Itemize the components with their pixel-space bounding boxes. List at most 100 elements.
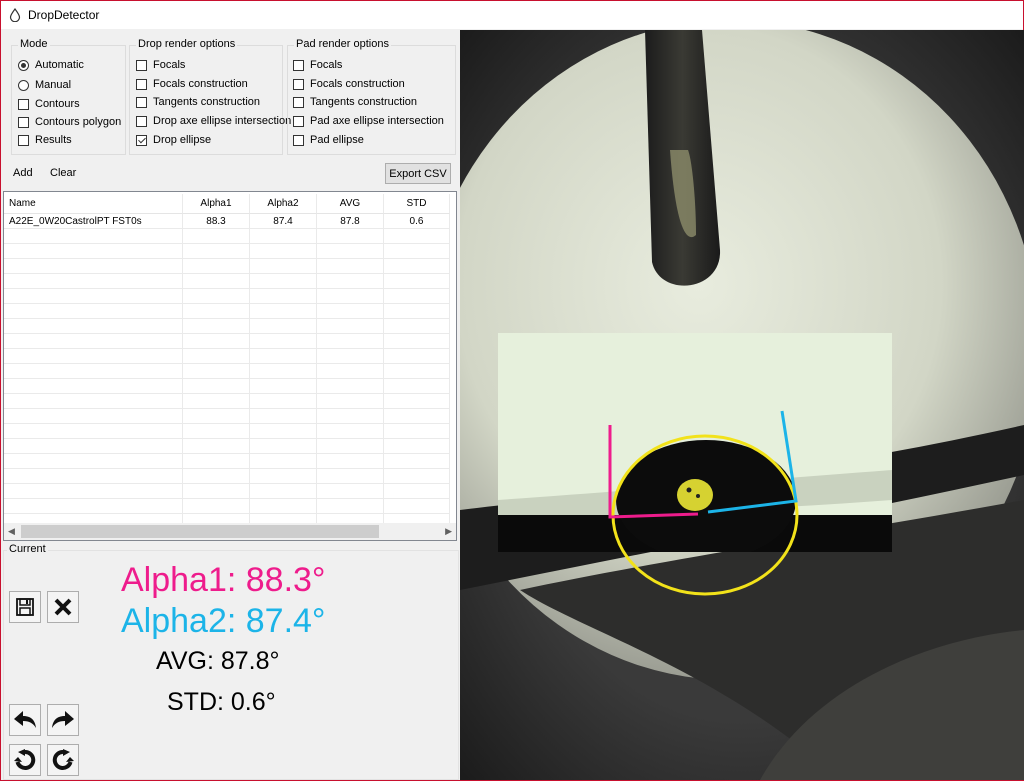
droplet-icon xyxy=(9,8,21,22)
empty-row xyxy=(4,244,450,259)
camera-image[interactable] xyxy=(460,30,1024,780)
horizontal-scrollbar[interactable]: ◀ ▶ xyxy=(4,523,456,540)
pad-axe-intersection-checkbox[interactable]: Pad axe ellipse intersection xyxy=(293,113,444,129)
empty-cell xyxy=(4,319,183,334)
drop-axe-intersection-checkbox[interactable]: Drop axe ellipse intersection xyxy=(136,113,291,129)
header-alpha2[interactable]: Alpha2 xyxy=(250,194,317,214)
empty-row xyxy=(4,469,450,484)
empty-cell xyxy=(250,439,317,454)
scrollbar-thumb[interactable] xyxy=(21,525,379,538)
add-button[interactable]: Add xyxy=(13,167,33,179)
mode-automatic-radio[interactable]: Automatic xyxy=(18,57,84,73)
empty-row xyxy=(4,259,450,274)
empty-cell xyxy=(183,394,250,409)
drop-render-group: Drop render options Focals Focals constr… xyxy=(129,38,291,155)
mode-manual-radio[interactable]: Manual xyxy=(18,77,71,93)
empty-cell xyxy=(384,484,450,499)
scroll-left-icon[interactable]: ◀ xyxy=(8,526,15,537)
empty-row xyxy=(4,454,450,469)
empty-row xyxy=(4,484,450,499)
discard-button[interactable] xyxy=(47,591,79,623)
drop-focals-checkbox[interactable]: Focals xyxy=(136,57,185,73)
pad-ellipse-checkbox[interactable]: Pad ellipse xyxy=(293,132,364,148)
contours-checkbox[interactable]: Contours xyxy=(18,96,80,112)
empty-cell xyxy=(183,259,250,274)
pad-focals-checkbox[interactable]: Focals xyxy=(293,57,342,73)
alpha1-value: Alpha1: 88.3° xyxy=(121,561,326,599)
empty-row xyxy=(4,289,450,304)
empty-cell xyxy=(317,259,384,274)
empty-row xyxy=(4,379,450,394)
rotate-left-icon xyxy=(14,749,36,770)
pad-focals-construction-checkbox[interactable]: Focals construction xyxy=(293,76,405,92)
empty-cell xyxy=(317,364,384,379)
empty-cell xyxy=(4,454,183,469)
empty-cell xyxy=(317,439,384,454)
drop-focals-construction-checkbox[interactable]: Focals construction xyxy=(136,76,248,92)
rotate-right-button[interactable] xyxy=(47,744,79,776)
scroll-right-icon[interactable]: ▶ xyxy=(445,526,452,537)
empty-cell xyxy=(317,379,384,394)
results-table[interactable]: Name Alpha1 Alpha2 AVG STD A22E_0W20Cast… xyxy=(3,191,457,541)
std-value: STD: 0.6° xyxy=(167,688,276,716)
empty-cell xyxy=(384,274,450,289)
empty-cell xyxy=(250,319,317,334)
drop-tangents-construction-checkbox[interactable]: Tangents construction xyxy=(136,94,260,110)
redo-button[interactable] xyxy=(47,704,79,736)
header-avg[interactable]: AVG xyxy=(317,194,384,214)
empty-cell xyxy=(4,394,183,409)
empty-cell xyxy=(183,409,250,424)
empty-cell xyxy=(384,304,450,319)
empty-row xyxy=(4,319,450,334)
export-csv-button[interactable]: Export CSV xyxy=(385,163,451,184)
header-alpha1[interactable]: Alpha1 xyxy=(183,194,250,214)
save-button[interactable] xyxy=(9,591,41,623)
empty-cell xyxy=(183,274,250,289)
clear-button[interactable]: Clear xyxy=(50,167,76,179)
empty-cell xyxy=(4,349,183,364)
empty-cell xyxy=(317,349,384,364)
empty-cell xyxy=(250,499,317,514)
empty-cell xyxy=(384,289,450,304)
undo-button[interactable] xyxy=(9,704,41,736)
empty-cell xyxy=(384,394,450,409)
empty-cell xyxy=(4,364,183,379)
mode-legend: Mode xyxy=(18,38,50,50)
empty-row xyxy=(4,394,450,409)
empty-cell xyxy=(183,289,250,304)
header-std[interactable]: STD xyxy=(384,194,450,214)
avg-value: AVG: 87.8° xyxy=(156,647,280,675)
header-name[interactable]: Name xyxy=(4,194,183,214)
empty-cell xyxy=(384,379,450,394)
empty-cell xyxy=(4,334,183,349)
cell-std: 0.6 xyxy=(384,214,450,229)
app-window: DropDetector Mode Automatic Manual Conto… xyxy=(0,0,1024,781)
empty-cell xyxy=(250,334,317,349)
drop-ellipse-checkbox[interactable]: Drop ellipse xyxy=(136,132,211,148)
alpha2-value: Alpha2: 87.4° xyxy=(121,602,326,640)
table-row[interactable]: A22E_0W20CastrolPT FST0s 88.3 87.4 87.8 … xyxy=(4,214,450,229)
empty-row xyxy=(4,349,450,364)
empty-cell xyxy=(4,409,183,424)
empty-cell xyxy=(250,409,317,424)
empty-cell xyxy=(4,259,183,274)
results-checkbox[interactable]: Results xyxy=(18,132,72,148)
empty-cell xyxy=(4,229,183,244)
empty-cell xyxy=(384,259,450,274)
undo-icon xyxy=(14,711,36,728)
pad-tangents-construction-checkbox[interactable]: Tangents construction xyxy=(293,94,417,110)
contours-polygon-checkbox[interactable]: Contours polygon xyxy=(18,114,121,130)
pad-render-group: Pad render options Focals Focals constru… xyxy=(287,38,456,155)
image-viewer[interactable] xyxy=(460,30,1024,780)
empty-cell xyxy=(183,349,250,364)
empty-row xyxy=(4,304,450,319)
empty-cell xyxy=(317,244,384,259)
empty-cell xyxy=(384,244,450,259)
rotate-left-button[interactable] xyxy=(9,744,41,776)
empty-cell xyxy=(4,379,183,394)
empty-cell xyxy=(384,229,450,244)
empty-cell xyxy=(250,349,317,364)
empty-cell xyxy=(317,289,384,304)
empty-cell xyxy=(317,409,384,424)
empty-cell xyxy=(183,319,250,334)
